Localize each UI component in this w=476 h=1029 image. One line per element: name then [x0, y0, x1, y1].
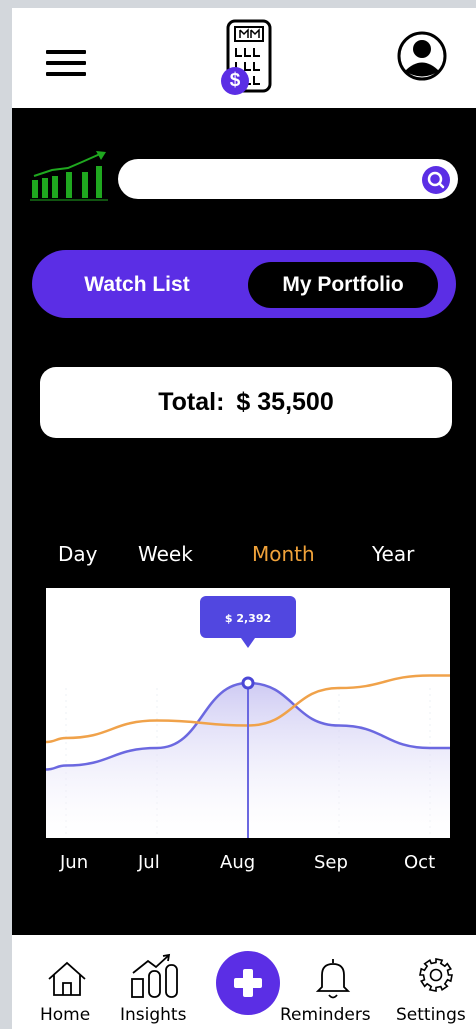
- nav-reminders-label: Reminders: [280, 1005, 371, 1025]
- nav-settings-label: Settings: [396, 1005, 466, 1025]
- plus-icon: [234, 969, 262, 997]
- total-label: Total:: [158, 388, 225, 416]
- insights-chart-icon: [131, 953, 178, 998]
- watch-list-tab[interactable]: Watch List: [52, 262, 222, 308]
- bottom-nav: Home Insights Reminders Settings: [12, 935, 476, 1029]
- chart-highlight-point[interactable]: [241, 676, 255, 690]
- nav-home-label: Home: [40, 1005, 91, 1025]
- period-year[interactable]: Year: [372, 542, 414, 566]
- portfolio-toggle: Watch List My Portfolio: [32, 250, 456, 318]
- chart-svg: $ 2,392: [46, 596, 450, 838]
- my-portfolio-tab[interactable]: My Portfolio: [248, 262, 438, 308]
- nav-reminders[interactable]: Reminders: [280, 935, 380, 1029]
- period-week[interactable]: Week: [138, 542, 193, 566]
- portfolio-chart[interactable]: $ 2,392: [46, 588, 450, 838]
- trending-up-icon: [30, 150, 110, 204]
- gear-icon: [419, 958, 453, 992]
- app-header: $: [12, 8, 476, 108]
- bell-icon: [315, 959, 351, 999]
- home-icon: [48, 961, 86, 996]
- period-month[interactable]: Month: [252, 542, 315, 566]
- logo-dollar-badge: $: [229, 70, 241, 91]
- x-tick-jul: Jul: [138, 852, 160, 873]
- x-tick-aug: Aug: [220, 852, 256, 873]
- nav-insights[interactable]: Insights: [118, 935, 198, 1029]
- search-input[interactable]: [118, 159, 458, 199]
- user-avatar-icon[interactable]: [396, 30, 448, 82]
- calculator-dollar-icon: $: [218, 18, 280, 98]
- nav-home[interactable]: Home: [34, 935, 104, 1029]
- nav-insights-label: Insights: [120, 1005, 187, 1025]
- period-day[interactable]: Day: [58, 542, 98, 566]
- hamburger-menu-icon[interactable]: [46, 48, 86, 78]
- main-content: Watch List My Portfolio Total: $ 35,500 …: [12, 108, 476, 935]
- app-frame: $ Watch List My Portfolio Total: $ 35,50…: [0, 0, 476, 1029]
- top-edge-bar: [0, 0, 476, 8]
- x-tick-jun: Jun: [60, 852, 89, 873]
- chart-tooltip-value: $ 2,392: [225, 612, 271, 625]
- nav-settings[interactable]: Settings: [394, 935, 474, 1029]
- x-tick-oct: Oct: [404, 852, 436, 873]
- add-button[interactable]: [216, 951, 280, 1015]
- chart-tooltip: $ 2,392: [200, 596, 296, 648]
- total-value: $ 35,500: [236, 388, 334, 416]
- total-card: Total: $ 35,500: [40, 367, 452, 438]
- search-icon[interactable]: [422, 166, 450, 194]
- left-edge-bar: [0, 0, 12, 1029]
- x-tick-sep: Sep: [314, 852, 348, 873]
